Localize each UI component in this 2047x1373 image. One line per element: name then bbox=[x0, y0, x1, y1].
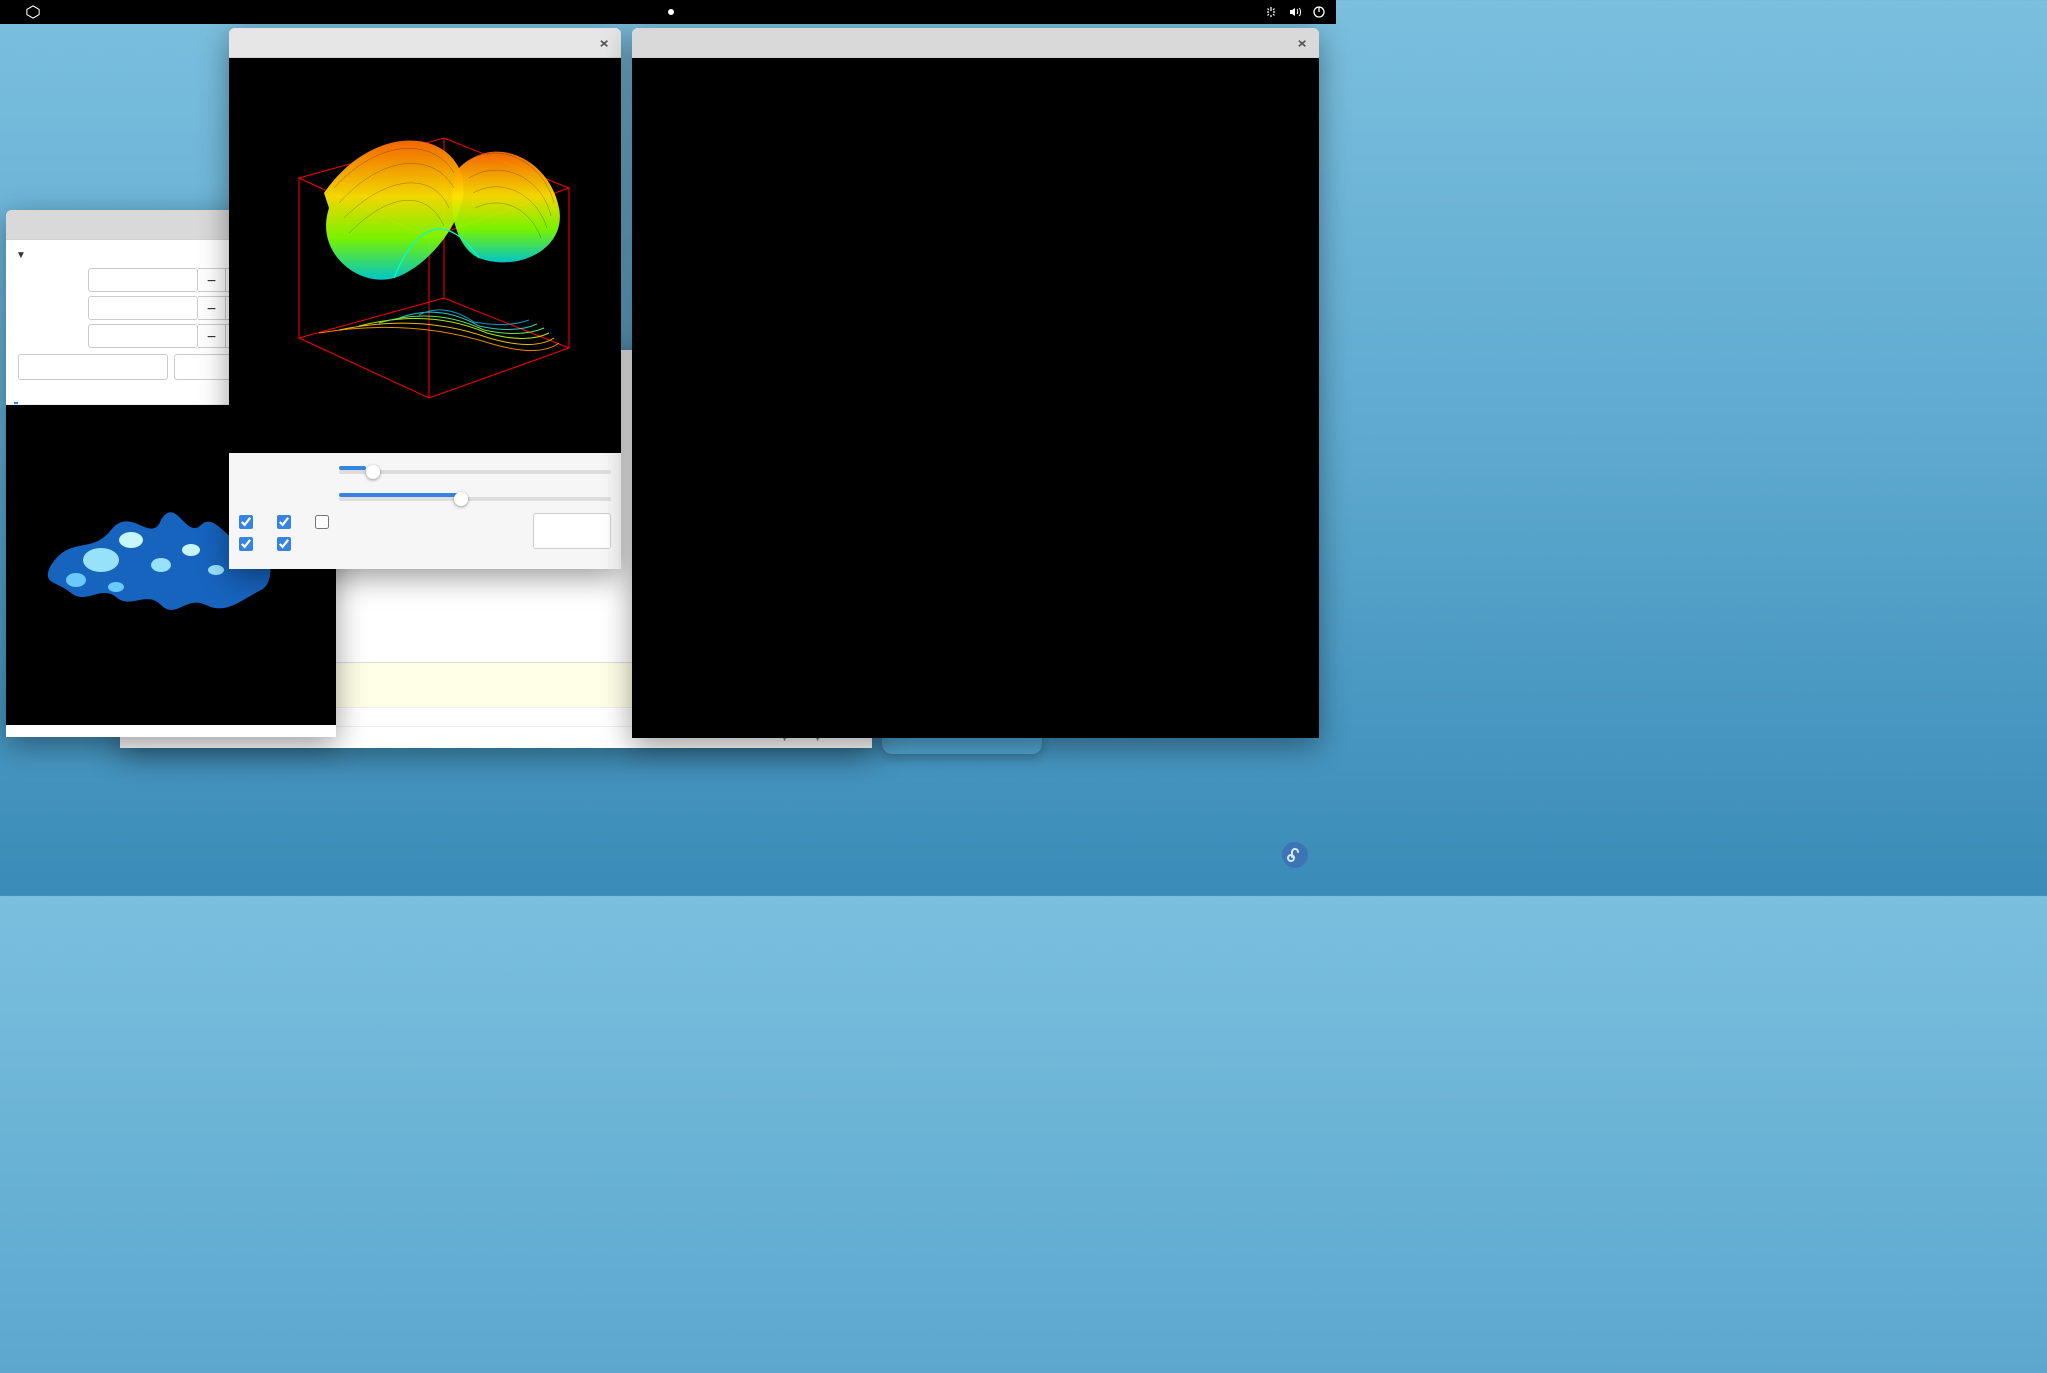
tab-messages[interactable] bbox=[36, 390, 40, 404]
elevation-slider[interactable] bbox=[339, 497, 611, 501]
unknown-pleasures-window: × bbox=[632, 28, 1319, 738]
gnome-topbar bbox=[0, 0, 1336, 24]
spin-minus[interactable]: − bbox=[198, 268, 226, 292]
input-iterations[interactable] bbox=[88, 324, 198, 348]
compute-button[interactable] bbox=[18, 354, 168, 380]
notification-dot-icon bbox=[668, 9, 674, 15]
expander-icon[interactable]: ▼ bbox=[16, 248, 26, 262]
volume-icon[interactable] bbox=[1288, 5, 1302, 19]
ridgeline-plot bbox=[761, 152, 1191, 632]
dump-screen-button[interactable] bbox=[533, 513, 611, 549]
check-colour-level[interactable] bbox=[277, 515, 295, 529]
close-icon[interactable]: × bbox=[1293, 34, 1311, 52]
check-rosen[interactable] bbox=[239, 515, 257, 529]
active-app[interactable] bbox=[26, 5, 46, 19]
unknown-titlebar[interactable]: × bbox=[632, 28, 1319, 58]
check-facets[interactable] bbox=[315, 515, 333, 529]
plplot-window: × bbox=[229, 28, 621, 569]
app-icon bbox=[26, 5, 40, 19]
plplot-titlebar[interactable]: × bbox=[229, 28, 621, 58]
unknown-canvas bbox=[632, 58, 1319, 738]
power-icon[interactable] bbox=[1312, 5, 1326, 19]
tab-graphics[interactable] bbox=[14, 390, 18, 404]
julia-status bbox=[6, 725, 336, 737]
spin-minus[interactable]: − bbox=[198, 296, 226, 320]
check-base-contours[interactable] bbox=[277, 537, 295, 551]
azimuth-slider[interactable] bbox=[339, 470, 611, 474]
input-real-c[interactable] bbox=[88, 268, 198, 292]
fedora-watermark bbox=[1282, 842, 1314, 868]
network-icon[interactable] bbox=[1264, 5, 1278, 19]
close-icon[interactable]: × bbox=[595, 34, 613, 52]
fedora-logo-icon bbox=[1282, 842, 1308, 868]
quit-button[interactable] bbox=[239, 551, 611, 561]
spin-minus[interactable]: − bbox=[198, 324, 226, 348]
input-imag-c[interactable] bbox=[88, 296, 198, 320]
check-surface-contours[interactable] bbox=[239, 537, 257, 551]
plplot-canvas bbox=[229, 58, 621, 453]
